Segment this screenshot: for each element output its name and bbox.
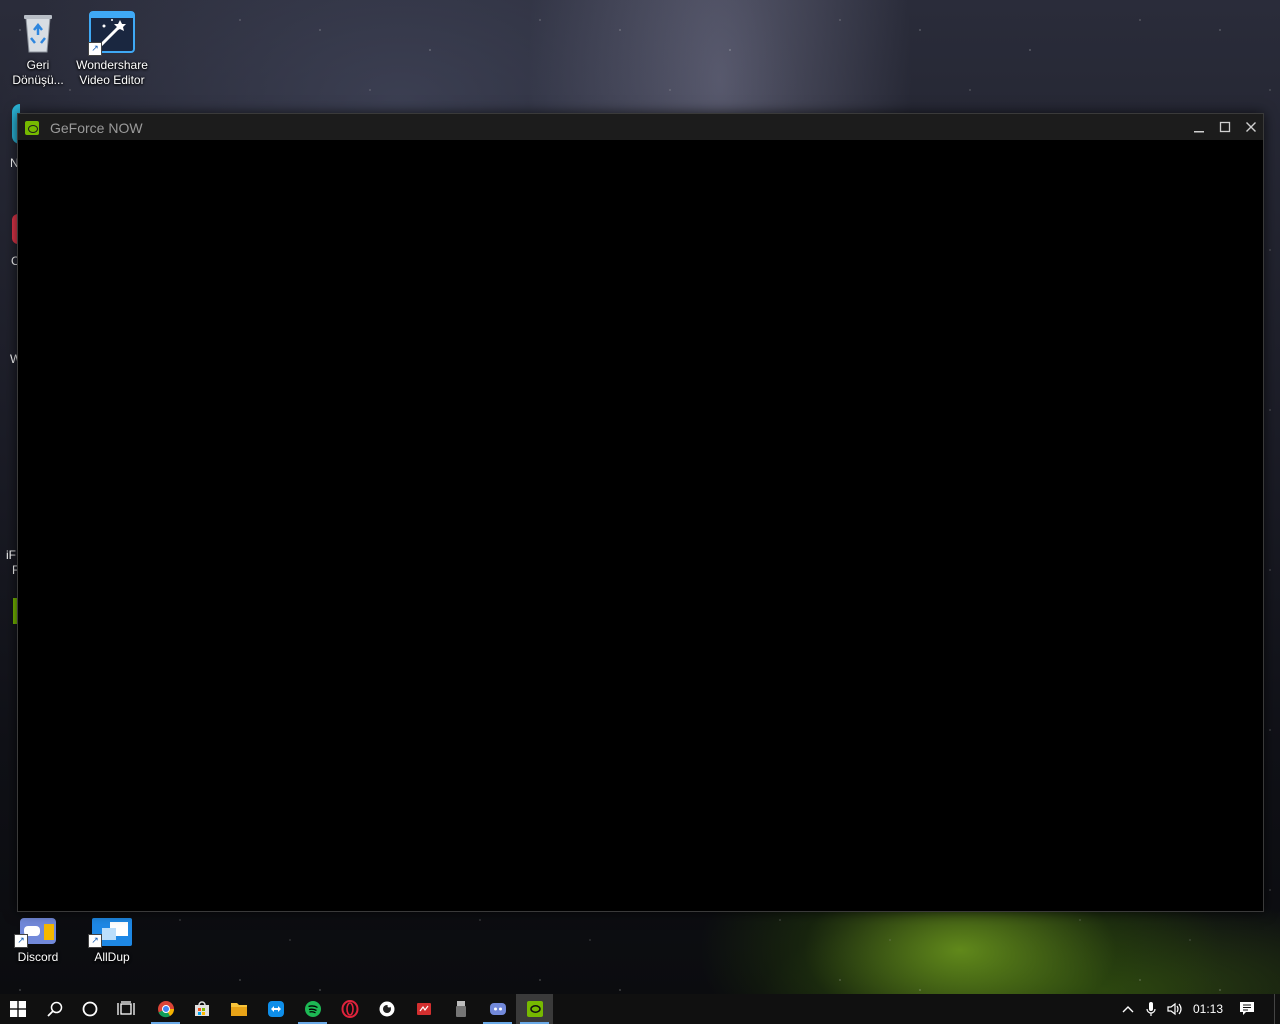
- red-app-icon: [416, 1003, 431, 1015]
- circle-app-icon: [379, 1001, 394, 1017]
- shortcut-arrow-icon: ↗: [88, 42, 102, 56]
- desktop-icon-label: AllDup: [94, 950, 130, 964]
- minimize-icon: [1194, 131, 1204, 133]
- taskbar: 01:13: [0, 994, 1280, 1024]
- window-content-blank[interactable]: [18, 140, 1263, 911]
- window-title: GeForce NOW: [50, 120, 143, 136]
- volume-button[interactable]: [1164, 994, 1186, 1024]
- close-button[interactable]: [1238, 114, 1264, 140]
- desktop-icon-label-line1: Geri: [26, 58, 50, 72]
- geforce-now-icon: [25, 121, 39, 135]
- desktop-icon-recycle-bin[interactable]: Geri Dönüşü...: [0, 8, 76, 88]
- task-view-icon: [116, 1001, 135, 1015]
- start-button[interactable]: [0, 994, 36, 1024]
- geforce-now-window[interactable]: GeForce NOW: [17, 113, 1264, 912]
- taskbar-app-discord[interactable]: [479, 994, 516, 1024]
- maximize-icon: [1219, 121, 1231, 133]
- microphone-icon: [1146, 1002, 1156, 1016]
- notification-icon: [1240, 1002, 1254, 1015]
- show-hidden-icons-button[interactable]: [1118, 994, 1138, 1024]
- chevron-up-icon: [1122, 1006, 1134, 1013]
- close-icon: [1246, 122, 1256, 132]
- microphone-button[interactable]: [1141, 994, 1161, 1024]
- wondershare-video-editor-icon: ↗: [88, 8, 136, 56]
- action-center-button[interactable]: [1234, 994, 1260, 1024]
- desktop-icon-label-line2: Dönüşü...: [12, 73, 64, 87]
- cortana-button[interactable]: [71, 994, 108, 1024]
- desktop-icon-label: Discord: [17, 950, 59, 964]
- speaker-icon: [1167, 1002, 1182, 1016]
- maximize-button[interactable]: [1212, 114, 1238, 140]
- search-button[interactable]: [36, 994, 73, 1024]
- taskbar-app-opera[interactable]: [331, 994, 368, 1024]
- geforce-now-icon: [526, 1001, 543, 1017]
- chrome-icon: [157, 1001, 174, 1018]
- taskbar-app-chrome[interactable]: [147, 994, 184, 1024]
- taskbar-clock[interactable]: 01:13: [1186, 994, 1230, 1024]
- taskbar-app-spotify[interactable]: [294, 994, 331, 1024]
- taskbar-app-red[interactable]: [405, 994, 442, 1024]
- minimize-button[interactable]: [1186, 114, 1212, 140]
- store-icon: [194, 1001, 209, 1016]
- desktop-icon-wondershare[interactable]: ↗ Wondershare Video Editor: [74, 8, 150, 88]
- taskbar-app-store[interactable]: [183, 994, 220, 1024]
- spotify-icon: [304, 1001, 321, 1017]
- windows-logo-icon: [10, 1001, 26, 1017]
- recycle-bin-icon: [14, 8, 62, 56]
- cortana-icon: [82, 1001, 97, 1017]
- search-icon: [46, 1001, 62, 1017]
- desktop: Geri Dönüşü... ↗ Wondershare Video Edito…: [0, 0, 1280, 994]
- window-titlebar[interactable]: GeForce NOW: [18, 114, 1263, 140]
- taskbar-app-geforce-now[interactable]: [516, 994, 553, 1024]
- taskbar-app-circle[interactable]: [368, 994, 405, 1024]
- desktop-icon-label-line2: Video Editor: [79, 73, 145, 87]
- desktop-icon-label-line1: Wondershare: [76, 58, 148, 72]
- opera-icon: [341, 1000, 358, 1018]
- partial-icon-label: iF: [6, 548, 16, 562]
- task-view-button[interactable]: [107, 994, 144, 1024]
- usb-icon: [455, 1001, 466, 1017]
- folder-icon: [230, 1003, 247, 1016]
- shortcut-arrow-icon: ↗: [14, 934, 28, 948]
- taskbar-app-file-explorer[interactable]: [220, 994, 257, 1024]
- show-desktop-button[interactable]: [1274, 994, 1280, 1024]
- shortcut-arrow-icon: ↗: [88, 934, 102, 948]
- teamviewer-icon: [267, 1001, 284, 1017]
- taskbar-app-usb[interactable]: [442, 994, 479, 1024]
- taskbar-app-teamviewer[interactable]: [257, 994, 294, 1024]
- discord-icon: [489, 1003, 506, 1015]
